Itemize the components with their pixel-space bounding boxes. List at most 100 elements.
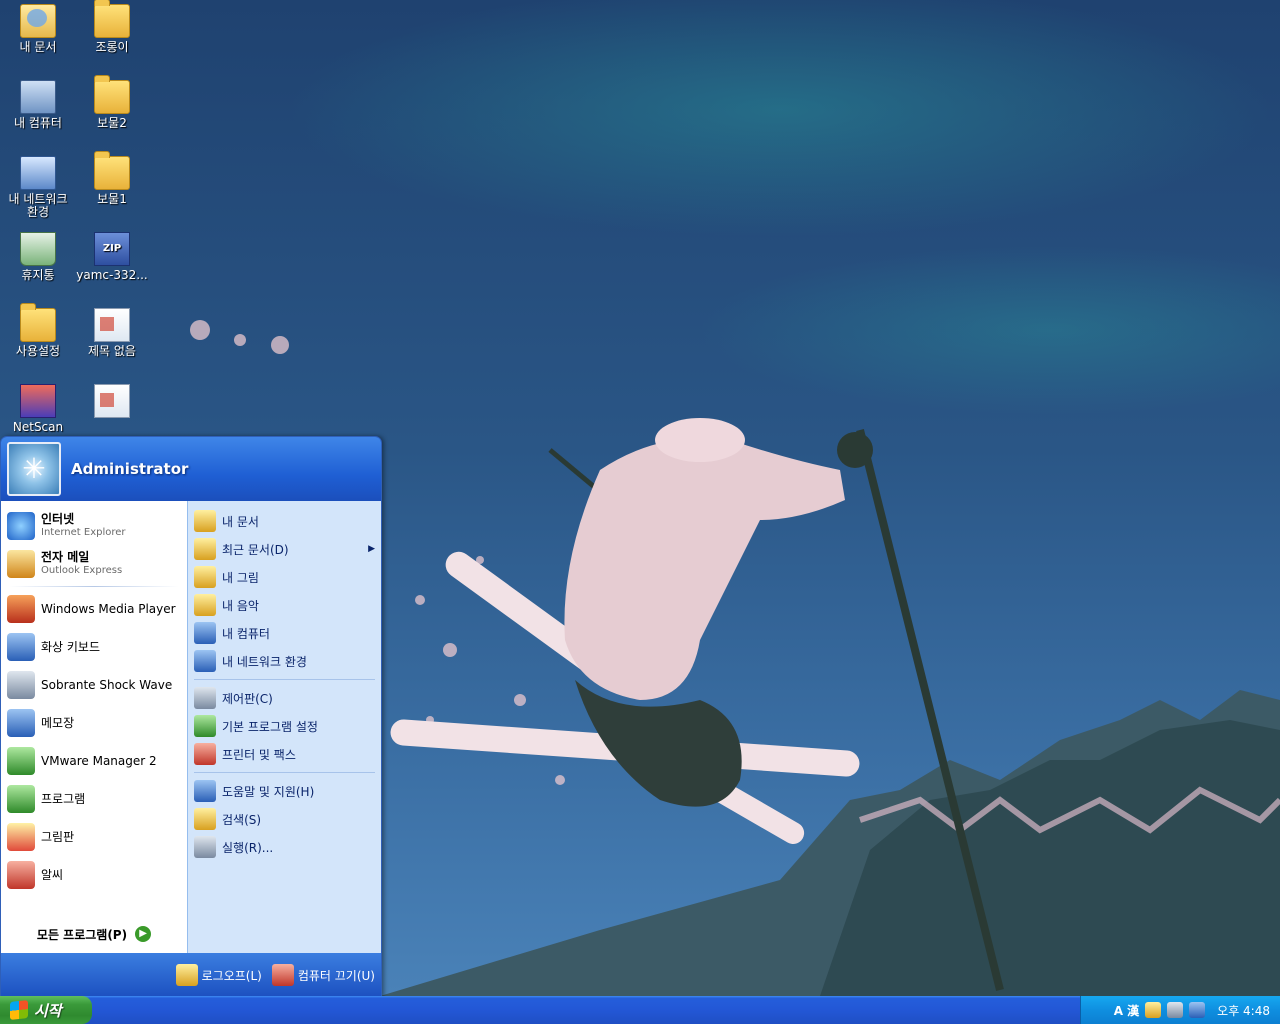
document-icon	[94, 384, 130, 418]
start-menu-body: 인터넷 Internet Explorer 전자 메일 Outlook Expres…	[1, 501, 381, 953]
paint-icon	[7, 823, 35, 851]
desktop-icon-file[interactable]	[74, 384, 150, 421]
network-icon	[194, 650, 216, 672]
all-programs-button[interactable]: 모든 프로그램(P) ▶	[1, 919, 187, 949]
separator	[9, 586, 179, 587]
default-programs-icon	[194, 715, 216, 737]
start-menu-programs: 인터넷 Internet Explorer 전자 메일 Outlook Expres…	[1, 501, 187, 953]
desktop-icon-label: yamc-332...	[76, 268, 148, 282]
desktop-icon-folder-treasure2[interactable]: 보물2	[74, 75, 150, 130]
computer-icon	[194, 622, 216, 644]
desktop-icon-label: 내 네트워크 환경	[8, 192, 68, 219]
places-item-search[interactable]: 검색(S)	[188, 805, 381, 833]
places-item-label: 내 컴퓨터	[222, 626, 270, 641]
network-status-icon[interactable]	[1167, 1002, 1184, 1018]
item-title: 알씨	[41, 868, 64, 882]
desktop-icon-my-documents[interactable]: 내 문서	[0, 4, 76, 54]
places-item-my-music[interactable]: 내 음악	[188, 591, 381, 619]
internet-explorer-icon	[7, 512, 35, 540]
recent-item[interactable]: 화상 키보드	[1, 628, 187, 666]
desktop-icon-zip-file[interactable]: ZIP yamc-332...	[74, 232, 150, 282]
desktop-icon-folder-settings[interactable]: 사용설정	[0, 303, 76, 358]
places-item-my-documents[interactable]: 내 문서	[188, 507, 381, 535]
pinned-item-internet[interactable]: 인터넷 Internet Explorer	[1, 507, 187, 545]
start-button[interactable]: 시작	[0, 996, 92, 1024]
places-item-label: 내 음악	[222, 598, 259, 613]
recent-item[interactable]: Sobrante Shock Wave	[1, 666, 187, 704]
places-item-label: 실행(R)...	[222, 840, 274, 855]
start-menu-places: 내 문서 최근 문서(D) ▶ 내 그림 내 음악 내 컴퓨터 내 네트워크 환…	[187, 501, 381, 953]
item-title: 메모장	[41, 716, 75, 730]
places-item-label: 내 문서	[222, 514, 259, 529]
places-item-label: 내 그림	[222, 570, 259, 585]
desktop-icon-folder-treasure1[interactable]: 보물1	[74, 151, 150, 206]
places-item-label: 검색(S)	[222, 812, 262, 827]
pinned-item-email[interactable]: 전자 메일 Outlook Express	[1, 545, 187, 583]
folder-icon	[94, 75, 130, 114]
computer-icon	[20, 80, 56, 114]
places-item-recent-documents[interactable]: 최근 문서(D) ▶	[188, 535, 381, 563]
media-player-icon	[7, 595, 35, 623]
places-item-label: 제어판(C)	[222, 691, 273, 706]
user-name: Administrator	[71, 460, 189, 478]
submenu-arrow-icon: ▶	[368, 544, 375, 554]
folder-icon	[94, 0, 130, 38]
my-pictures-icon	[194, 566, 216, 588]
desktop-icon-label: 사용설정	[15, 344, 61, 358]
places-item-control-panel[interactable]: 제어판(C)	[188, 684, 381, 712]
recent-item[interactable]: 알씨	[1, 856, 187, 894]
places-item-printers[interactable]: 프린터 및 팩스	[188, 740, 381, 768]
clock[interactable]: 오후 4:48	[1217, 1002, 1270, 1019]
system-tray: A 漢 오후 4:48	[1080, 996, 1280, 1024]
separator	[194, 679, 375, 680]
my-documents-icon	[20, 4, 56, 38]
shutdown-label: 컴퓨터 끄기(U)	[297, 968, 375, 983]
image-viewer-icon	[7, 861, 35, 889]
search-icon	[194, 808, 216, 830]
volume-icon[interactable]	[1189, 1002, 1206, 1018]
desktop-icon-label: 내 문서	[19, 40, 57, 54]
recent-item[interactable]: 그림판	[1, 818, 187, 856]
recycle-bin-icon	[20, 232, 56, 266]
my-documents-icon	[194, 510, 216, 532]
places-item-my-pictures[interactable]: 내 그림	[188, 563, 381, 591]
ime-indicator[interactable]: A 漢	[1114, 1002, 1139, 1019]
places-item-default-programs[interactable]: 기본 프로그램 설정	[188, 712, 381, 740]
network-icon	[20, 156, 56, 190]
recent-item[interactable]: Windows Media Player	[1, 590, 187, 628]
recent-item[interactable]: VMware Manager 2	[1, 742, 187, 780]
logoff-icon	[175, 964, 198, 986]
start-menu: Administrator 인터넷Internet Explorer 전자 메일…	[0, 436, 382, 998]
item-title: 프로그램	[41, 792, 86, 806]
places-item-network[interactable]: 내 네트워크 환경	[188, 647, 381, 675]
recent-item[interactable]: 메모장	[1, 704, 187, 742]
places-item-my-computer[interactable]: 내 컴퓨터	[188, 619, 381, 647]
tray-app-icon[interactable]	[1145, 1002, 1162, 1018]
logoff-button[interactable]: 로그오프(L)	[175, 964, 262, 986]
recent-documents-icon	[194, 538, 216, 560]
desktop-icon-folder-jorongi[interactable]: 조롱이	[74, 0, 150, 54]
desktop-icon-my-computer[interactable]: 내 컴퓨터	[0, 80, 76, 130]
zip-archive-icon: ZIP	[94, 232, 130, 266]
places-item-label: 도움말 및 지원(H)	[222, 784, 315, 799]
item-title: Windows Media Player	[41, 602, 176, 616]
notepad-icon	[7, 709, 35, 737]
folder-icon	[20, 303, 56, 342]
places-item-help[interactable]: 도움말 및 지원(H)	[188, 777, 381, 805]
desktop-icon-untitled[interactable]: 제목 없음	[74, 308, 150, 358]
recent-item[interactable]: 프로그램	[1, 780, 187, 818]
desktop-icon-recycle-bin[interactable]: 휴지통	[0, 232, 76, 282]
desktop-icon-network-places[interactable]: 내 네트워크 환경	[0, 156, 76, 219]
desktop-icon-netscan[interactable]: NetScan	[0, 384, 76, 434]
shockwave-icon	[7, 671, 35, 699]
shutdown-button[interactable]: 컴퓨터 끄기(U)	[271, 964, 375, 986]
user-avatar-icon[interactable]	[7, 442, 61, 496]
printer-icon	[194, 743, 216, 765]
desktop-icon-label: 내 컴퓨터	[14, 116, 62, 130]
item-title: VMware Manager 2	[41, 754, 157, 768]
places-item-label: 기본 프로그램 설정	[222, 719, 318, 734]
desktop-icon-label: NetScan	[12, 420, 64, 434]
places-item-run[interactable]: 실행(R)...	[188, 833, 381, 861]
desktop-icon-label: 보물1	[97, 192, 127, 206]
desktop-icon-label: 조롱이	[95, 40, 129, 54]
